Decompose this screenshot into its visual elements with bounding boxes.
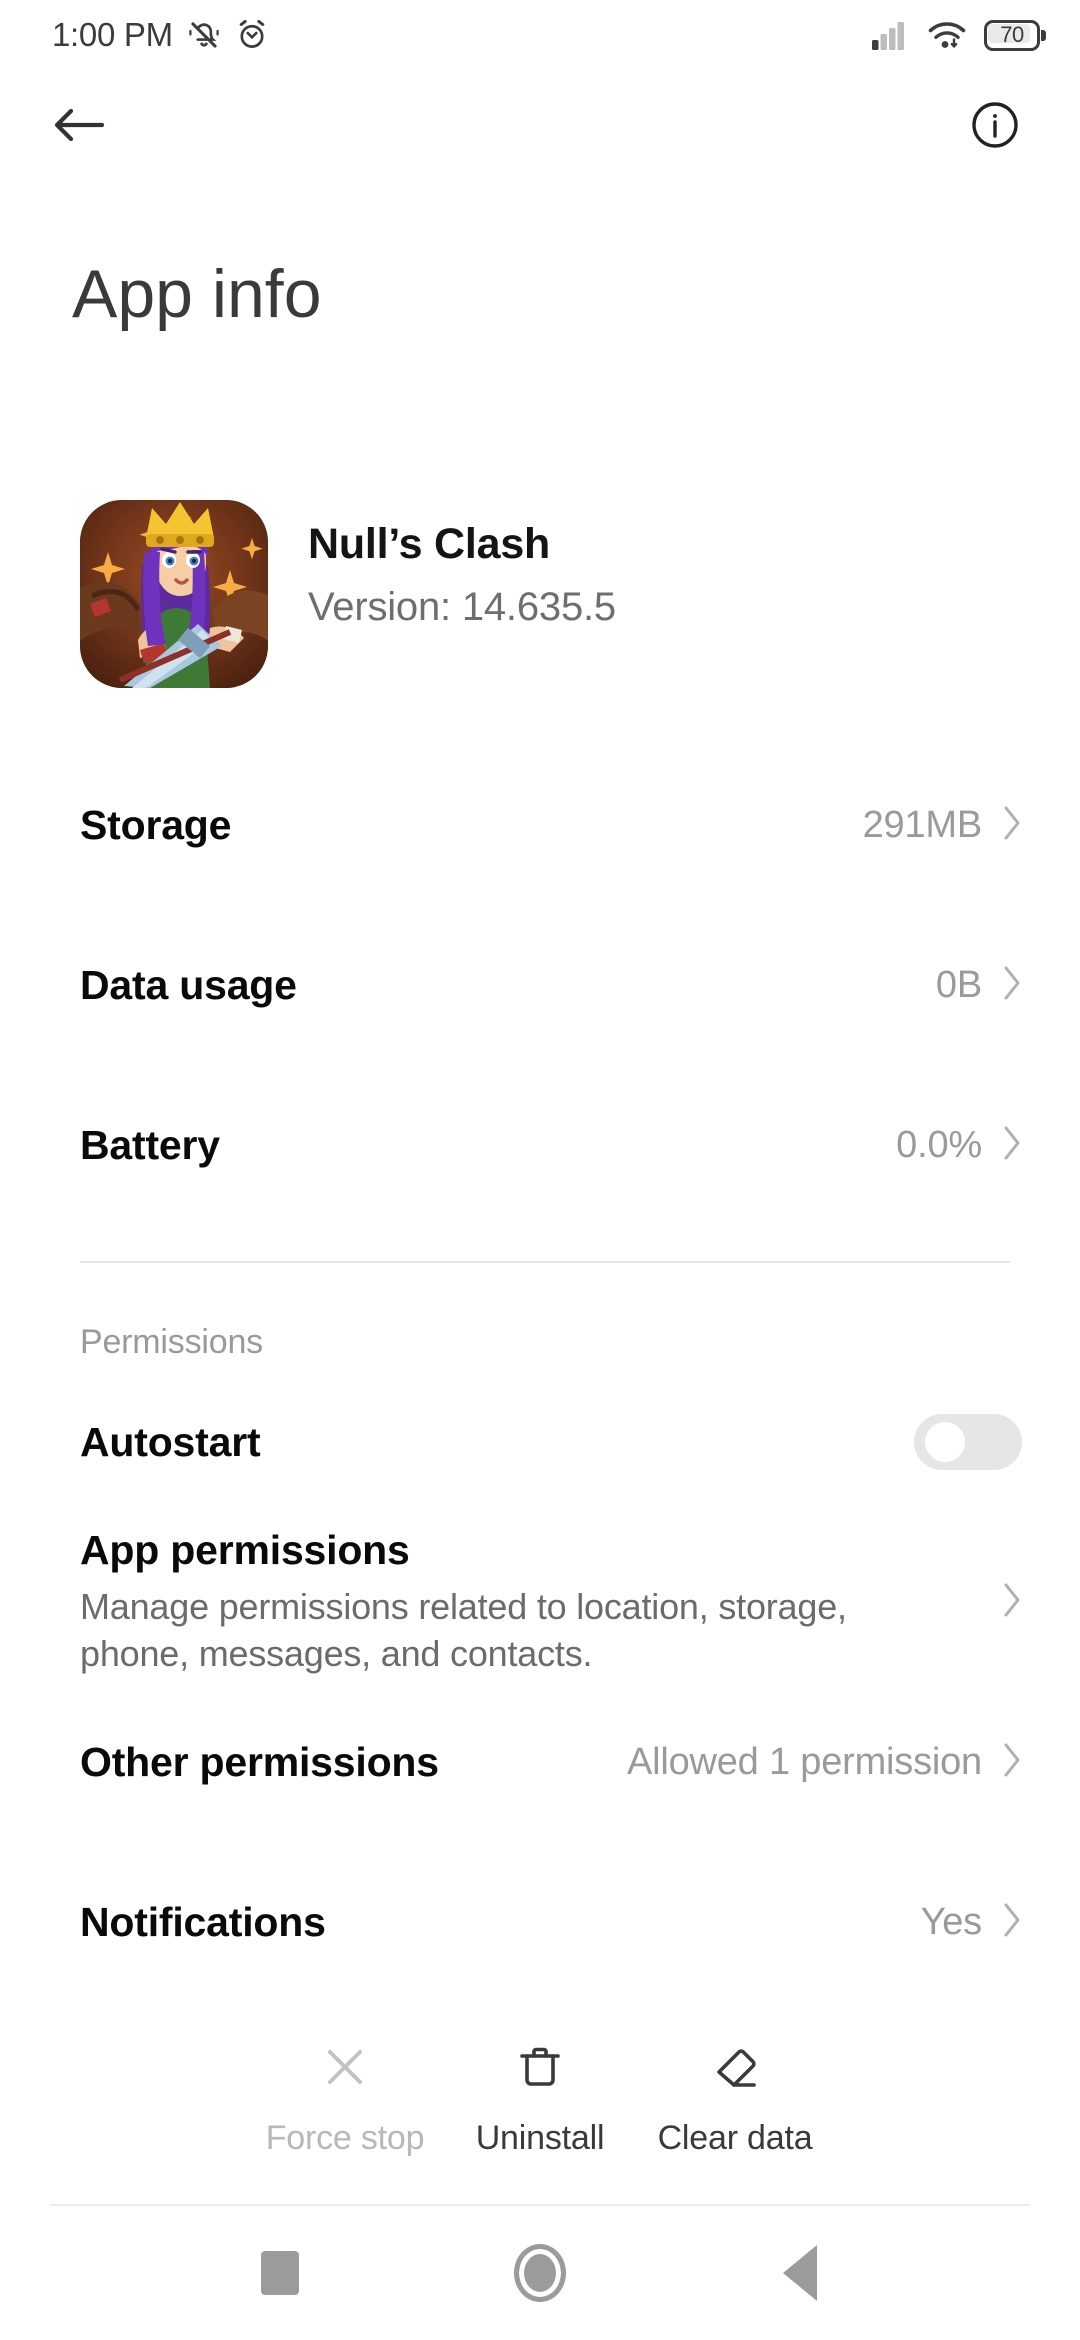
toggle-knob	[925, 1422, 965, 1462]
status-bar-left: 1:00 PM	[52, 16, 269, 54]
row-autostart[interactable]: Autostart	[0, 1362, 1080, 1522]
system-navigation-bar	[0, 2206, 1080, 2340]
app-header: Null’s Clash Version: 14.635.5	[80, 500, 1000, 700]
app-meta: Null’s Clash Version: 14.635.5	[308, 500, 616, 630]
bottom-action-bar: Force stop Uninstall Clear data	[0, 1995, 1080, 2205]
row-app-permissions-right	[1002, 1582, 1022, 1623]
row-storage-main: Storage	[80, 802, 231, 849]
chevron-right-icon	[1002, 1742, 1022, 1783]
row-data-usage-value: 0B	[935, 963, 982, 1006]
row-app-permissions[interactable]: App permissions Manage permissions relat…	[0, 1522, 1080, 1682]
row-app-permissions-subtitle: Manage permissions related to location, …	[80, 1586, 847, 1674]
nulls-clash-app-icon	[80, 500, 268, 688]
alarm-clock-icon	[235, 18, 269, 52]
row-storage[interactable]: Storage 291MB	[0, 745, 1080, 905]
row-notifications-title: Notifications	[80, 1898, 326, 1945]
uninstall-button[interactable]: Uninstall	[443, 2042, 638, 2158]
app-bar	[0, 70, 1080, 180]
force-stop-label: Force stop	[265, 2119, 425, 2157]
row-notifications[interactable]: Notifications Yes	[0, 1842, 1080, 1995]
settings-list: Storage 291MB Data usage 0B Battery 0.0%…	[0, 745, 1080, 1995]
row-app-permissions-main: App permissions Manage permissions relat…	[80, 1527, 910, 1676]
row-other-permissions-right: Allowed 1 permission	[627, 1741, 1022, 1784]
back-arrow-icon	[52, 102, 106, 148]
chevron-right-icon	[1002, 1125, 1022, 1166]
row-battery[interactable]: Battery 0.0%	[0, 1065, 1080, 1225]
row-battery-value: 0.0%	[896, 1123, 982, 1166]
row-other-permissions-value: Allowed 1 permission	[626, 1740, 982, 1783]
app-details-info-button[interactable]	[970, 100, 1020, 150]
force-stop-button[interactable]: Force stop	[248, 2042, 443, 2158]
row-notifications-right: Yes	[921, 1901, 1022, 1944]
chevron-right-icon	[1002, 965, 1022, 1006]
row-battery-title: Battery	[80, 1121, 220, 1168]
row-data-usage-right: 0B	[936, 964, 1022, 1007]
row-battery-main: Battery	[80, 1122, 220, 1169]
row-data-usage-main: Data usage	[80, 962, 297, 1009]
info-circle-icon	[970, 100, 1020, 150]
clear-data-button[interactable]: Clear data	[638, 2042, 833, 2158]
circle-home-icon[interactable]	[480, 2244, 600, 2302]
row-data-usage-title: Data usage	[80, 961, 297, 1008]
close-x-icon	[320, 2042, 370, 2097]
square-recents-icon[interactable]	[220, 2251, 340, 2295]
row-battery-right: 0.0%	[896, 1124, 1022, 1167]
row-storage-right: 291MB	[863, 804, 1022, 847]
triangle-back-icon[interactable]	[740, 2245, 860, 2301]
status-bar-clock: 1:00 PM	[52, 16, 173, 53]
app-version: Version: 14.635.5	[308, 585, 616, 629]
eraser-icon	[710, 2042, 760, 2097]
status-bar: 1:00 PM 70	[0, 0, 1080, 70]
row-autostart-title: Autostart	[80, 1418, 261, 1465]
row-other-permissions-title: Other permissions	[80, 1738, 439, 1785]
status-bar-right: 70	[872, 19, 1046, 51]
back-button[interactable]	[52, 102, 106, 148]
chevron-right-icon	[1002, 1902, 1022, 1943]
row-other-permissions[interactable]: Other permissions Allowed 1 permission	[0, 1682, 1080, 1842]
row-storage-value: 291MB	[862, 803, 983, 846]
row-app-permissions-title: App permissions	[80, 1527, 410, 1574]
battery-percent-label: 70	[1000, 22, 1024, 47]
page-title: App info	[72, 256, 322, 332]
battery-indicator: 70	[984, 19, 1046, 51]
uninstall-label: Uninstall	[475, 2119, 605, 2157]
row-data-usage[interactable]: Data usage 0B	[0, 905, 1080, 1065]
cellular-signal-icon	[872, 20, 910, 50]
wifi-icon	[927, 19, 967, 51]
autostart-toggle[interactable]	[914, 1414, 1022, 1470]
app-name: Null’s Clash	[308, 520, 551, 568]
row-notifications-value: Yes	[920, 1900, 983, 1943]
row-storage-title: Storage	[80, 801, 232, 848]
row-autostart-main: Autostart	[80, 1418, 261, 1466]
bell-slash-icon	[187, 18, 221, 52]
chevron-right-icon	[1002, 1582, 1022, 1623]
chevron-right-icon	[1002, 805, 1022, 846]
row-notifications-main: Notifications	[80, 1899, 326, 1946]
trash-icon	[515, 2042, 565, 2097]
row-other-permissions-main: Other permissions	[80, 1739, 439, 1786]
permissions-section-label: Permissions	[80, 1323, 263, 1361]
app-info-screen: 1:00 PM 70 App info Null’s Clash Version…	[0, 0, 1080, 2340]
clear-data-label: Clear data	[657, 2119, 813, 2157]
